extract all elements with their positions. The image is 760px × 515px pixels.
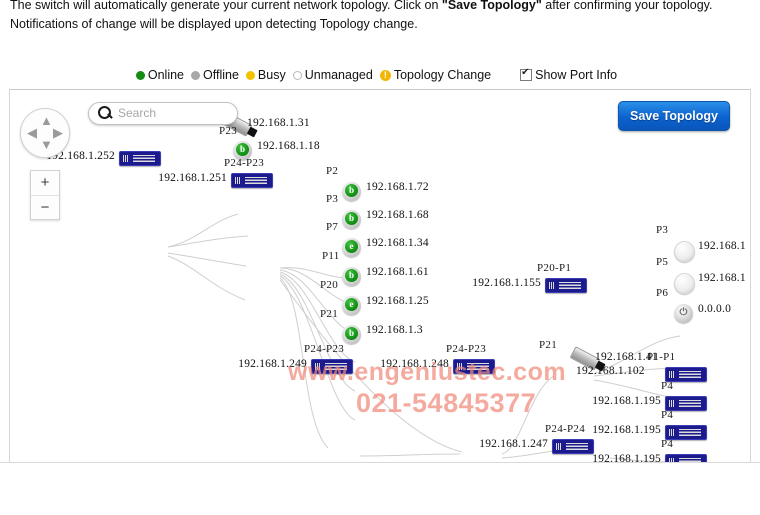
search-input[interactable]: Search xyxy=(118,106,156,120)
unmanaged-host-icon[interactable] xyxy=(674,241,695,262)
zoom-out-button[interactable]: − xyxy=(31,196,59,220)
online-host-icon[interactable]: e xyxy=(342,296,361,315)
search-icon xyxy=(98,106,111,119)
busy-status-icon xyxy=(245,70,255,80)
topology-link xyxy=(167,213,239,248)
node-port-label: P6 xyxy=(656,287,669,299)
node-port-label: P24-P24 xyxy=(545,423,585,435)
powered-host-icon[interactable]: ⏻ xyxy=(674,304,693,323)
node-ip-label: 192.168.1.252 xyxy=(46,150,115,162)
search-box[interactable]: Search xyxy=(88,102,238,125)
online-host-icon[interactable]: b xyxy=(342,210,361,229)
node-port-label: P4 xyxy=(661,380,674,392)
node-ip-label: 0.0.0.0 xyxy=(698,303,732,315)
switch-icon[interactable] xyxy=(119,151,161,166)
online-status-icon xyxy=(135,70,145,80)
host-status-glyph: b xyxy=(345,212,358,225)
show-port-info-toggle[interactable]: Show Port Info xyxy=(520,67,618,82)
node-ip-label: 192.168.1.102 xyxy=(576,365,645,377)
host-status-glyph: b xyxy=(345,184,358,197)
node-ip-label: 192.168.1.31 xyxy=(247,117,310,129)
node-port-label: P3 xyxy=(326,193,339,205)
host-status-glyph: b xyxy=(236,143,249,156)
legend: Online Offline Busy Unmanaged ! Topology… xyxy=(0,67,760,82)
pan-left-icon[interactable]: ◀ xyxy=(27,126,37,139)
host-status-glyph: b xyxy=(345,327,358,340)
topology-change-warning-icon: ! xyxy=(379,69,391,81)
node-port-label: P24-P23 xyxy=(304,343,344,355)
save-topology-button[interactable]: Save Topology xyxy=(618,101,730,131)
legend-item-unmanaged: Unmanaged xyxy=(292,68,373,82)
node-port-label: P20-P1 xyxy=(537,262,572,274)
legend-label-offline: Offline xyxy=(203,68,239,82)
online-host-icon[interactable]: b xyxy=(342,325,361,344)
unmanaged-host-icon[interactable] xyxy=(674,273,695,294)
online-host-icon[interactable]: e xyxy=(342,238,361,257)
host-status-glyph xyxy=(678,276,691,289)
topology-graph: 192.168.1.252 P4 192.168.1.31 b P23 192.168.1… xyxy=(10,90,750,462)
offline-status-icon xyxy=(191,70,201,80)
zoom-in-button[interactable]: + xyxy=(31,171,59,196)
pan-control[interactable]: ▲ ▼ ◀ ▶ xyxy=(20,108,70,158)
node-port-label: P24-P23 xyxy=(446,343,486,355)
topology-link xyxy=(167,252,247,267)
panel-bottom-divider xyxy=(0,462,760,463)
description-line1-part1: The switch will automatically generate y… xyxy=(10,0,439,12)
node-port-label: P24-P23 xyxy=(224,157,264,169)
host-status-glyph xyxy=(678,244,691,257)
node-port-label: P21 xyxy=(539,339,558,351)
pan-right-icon[interactable]: ▶ xyxy=(53,126,63,139)
node-ip-label: 192.168.1 xyxy=(698,272,746,284)
power-glyph: ⏻ xyxy=(677,306,690,319)
switch-icon[interactable] xyxy=(231,173,273,188)
node-ip-label: 192.168.1 xyxy=(698,240,746,252)
node-port-label: P11 xyxy=(322,250,340,262)
node-ip-label: 192.168.1.155 xyxy=(472,277,541,289)
node-ip-label: 192.168.1.72 xyxy=(366,181,429,193)
node-ip-label: 192.168.1.34 xyxy=(366,237,429,249)
node-ip-label: 192.168.1.248 xyxy=(380,358,449,370)
pan-up-icon[interactable]: ▲ xyxy=(40,114,53,127)
node-port-label: P4 xyxy=(661,438,674,450)
zoom-control[interactable]: + − xyxy=(30,170,60,220)
switch-icon[interactable] xyxy=(552,439,594,454)
node-ip-label: 192.168.1.195 xyxy=(592,395,661,407)
topology-canvas[interactable]: 192.168.1.252 P4 192.168.1.31 b P23 192.168.1… xyxy=(9,89,751,463)
legend-item-offline: Offline xyxy=(191,68,239,82)
pan-down-icon[interactable]: ▼ xyxy=(40,138,53,151)
legend-item-topology-change: ! Topology Change xyxy=(379,68,492,82)
legend-label-busy: Busy xyxy=(257,68,286,82)
online-host-icon[interactable]: b xyxy=(342,182,361,201)
node-port-label: P23 xyxy=(219,125,238,137)
node-ip-label: 192.168.1.3 xyxy=(366,324,423,336)
page-description: The switch will automatically generate y… xyxy=(10,0,750,34)
node-port-label: P1-P1 xyxy=(647,351,676,363)
show-port-info-checkbox[interactable] xyxy=(520,67,533,81)
node-ip-label: 192.168.1.18 xyxy=(257,140,320,152)
description-line1-part2: after confirming your xyxy=(545,0,660,12)
show-port-info-label: Show Port Info xyxy=(535,68,618,82)
host-status-glyph: e xyxy=(345,298,358,311)
node-port-label: P3 xyxy=(656,224,669,236)
switch-icon[interactable] xyxy=(453,359,495,374)
node-port-label: P2 xyxy=(326,165,339,177)
node-port-label: P4 xyxy=(661,409,674,421)
node-port-label: P5 xyxy=(656,256,669,268)
unmanaged-status-icon xyxy=(292,70,302,80)
node-ip-label: 192.168.1.25 xyxy=(366,295,429,307)
legend-label-unmanaged: Unmanaged xyxy=(304,68,373,82)
legend-item-online: Online xyxy=(135,68,185,82)
node-ip-label: 192.168.1.247 xyxy=(479,438,548,450)
description-save-topology-emphasis: "Save Topology" xyxy=(441,0,542,12)
legend-label-online: Online xyxy=(147,68,185,82)
legend-item-busy: Busy xyxy=(245,68,286,82)
switch-icon[interactable] xyxy=(545,278,587,293)
legend-label-topology-change: Topology Change xyxy=(393,68,492,82)
node-port-label: P7 xyxy=(326,221,339,233)
node-port-label: P21 xyxy=(320,308,339,320)
topology-link xyxy=(167,235,249,248)
host-status-glyph: e xyxy=(345,240,358,253)
node-ip-label: 192.168.1.68 xyxy=(366,209,429,221)
topology-page: The switch will automatically generate y… xyxy=(0,0,760,515)
